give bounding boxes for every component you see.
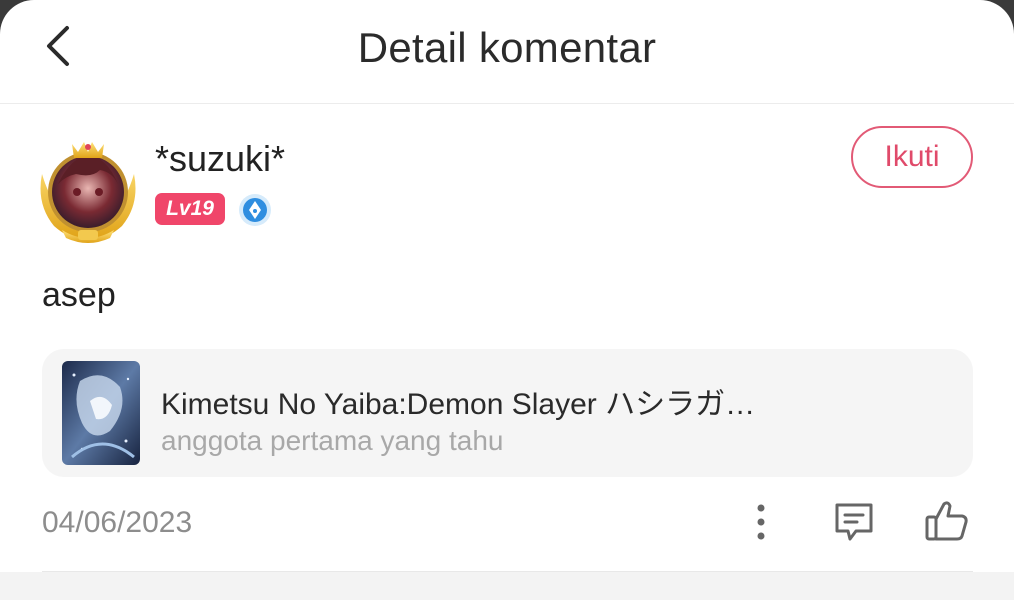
item-thumbnail — [62, 361, 140, 465]
item-title: Kimetsu No Yaiba:Demon Slayer ハシラガ… — [161, 388, 756, 421]
comment-text: asep — [42, 276, 116, 314]
like-button[interactable] — [922, 496, 972, 546]
level-badge: Lv19 — [155, 193, 225, 225]
more-button[interactable] — [745, 500, 777, 544]
comment-icon — [835, 503, 873, 541]
linked-item-card[interactable]: Kimetsu No Yaiba:Demon Slayer ハシラガ… angg… — [42, 349, 973, 477]
header: Detail komentar — [0, 0, 1014, 104]
avatar[interactable] — [32, 134, 144, 246]
section-separator — [0, 572, 1014, 600]
thumbs-up-icon — [925, 501, 968, 541]
follow-button[interactable]: Ikuti — [851, 126, 973, 188]
comment-detail-sheet: Detail komentar *suzuki* Lv19 Ikuti asep… — [0, 0, 1014, 600]
reply-button[interactable] — [830, 498, 878, 546]
more-vertical-icon — [757, 504, 765, 540]
username[interactable]: *suzuki* — [155, 138, 285, 180]
vip-frame-icon — [40, 142, 136, 243]
page-title: Detail komentar — [357, 24, 657, 71]
pen-nib-badge-icon — [238, 193, 272, 227]
comment-date: 04/06/2023 — [42, 506, 193, 539]
item-subtitle: anggota pertama yang tahu — [161, 425, 504, 456]
